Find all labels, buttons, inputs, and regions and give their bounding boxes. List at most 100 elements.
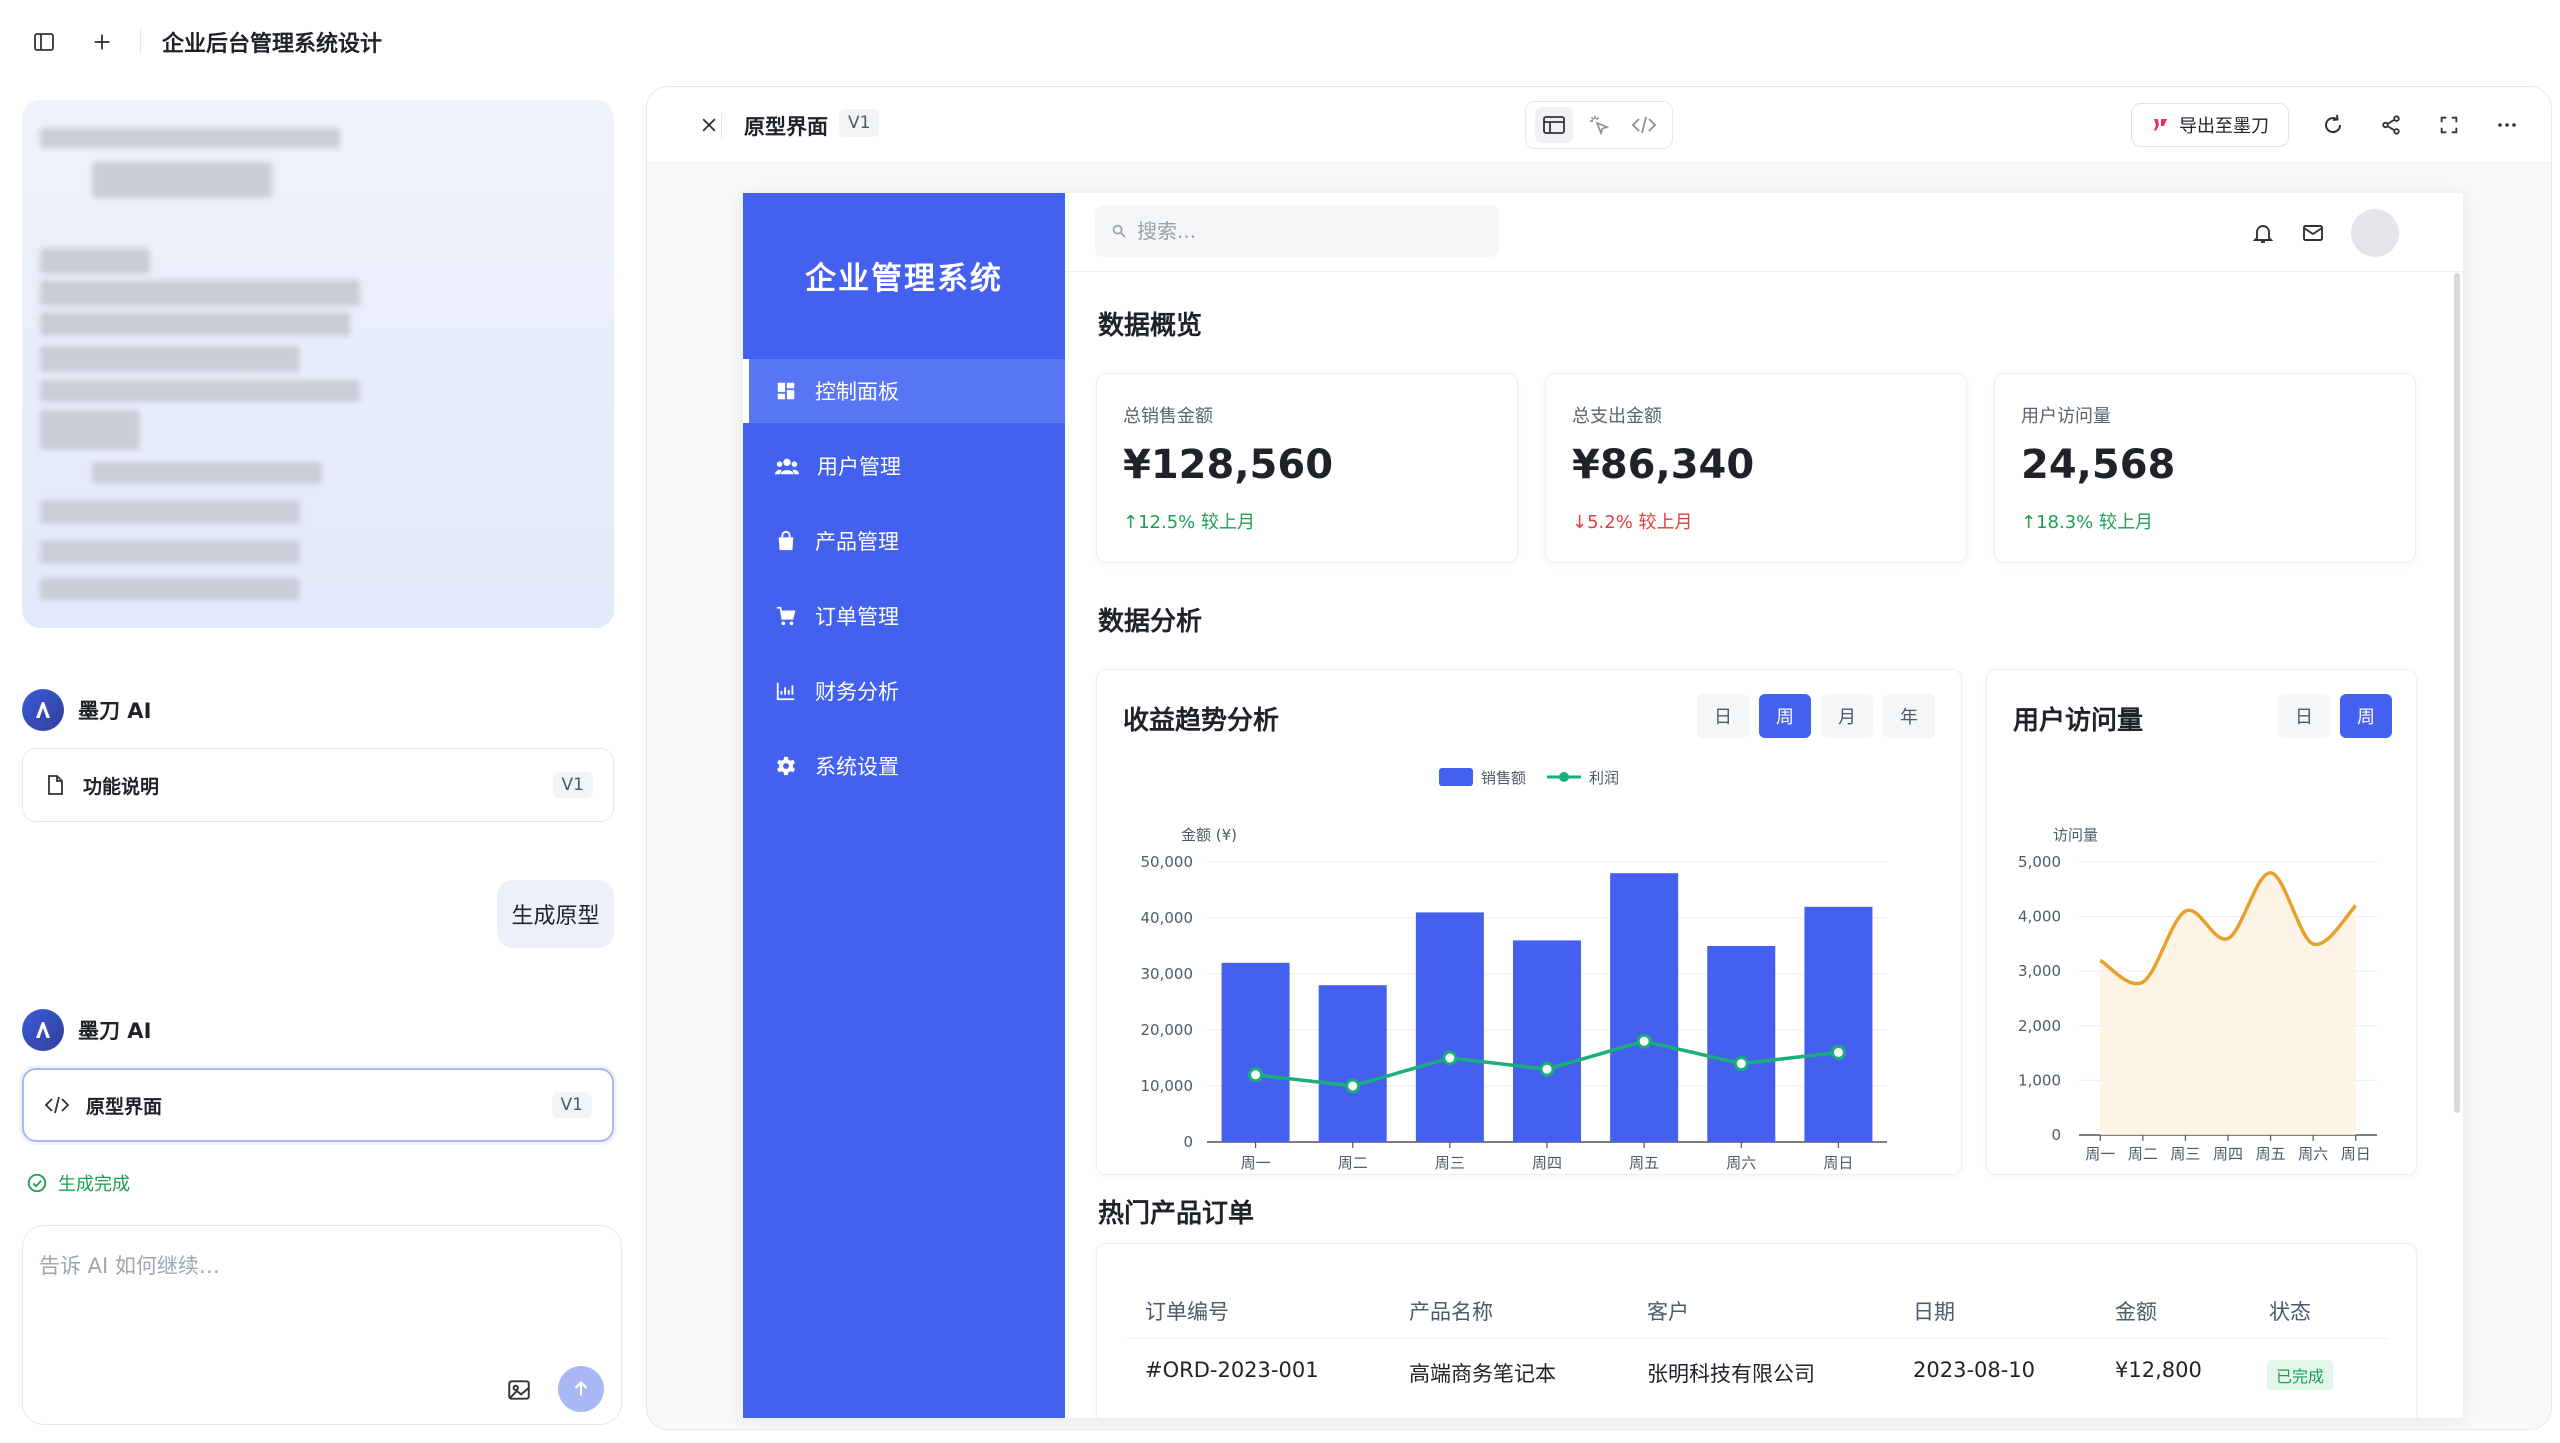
product-name: 高端商务笔记本 (1409, 1362, 1556, 1386)
nav-item-products[interactable]: 产品管理 (743, 509, 1065, 573)
y-tick-label: 30,000 (1141, 965, 1194, 983)
send-button[interactable] (558, 1366, 604, 1412)
y-tick-label: 0 (1183, 1133, 1193, 1151)
file-name: 功能说明 (83, 775, 160, 798)
range-year-button[interactable]: 年 (1883, 694, 1935, 738)
profit-point (1248, 1067, 1264, 1083)
x-tick-label: 周三 (2170, 1145, 2200, 1163)
section-title-orders: 热门产品订单 (1098, 1199, 1255, 1229)
nav-item-settings[interactable]: 系统设置 (743, 734, 1065, 798)
table-header: 金额 (2115, 1300, 2157, 1324)
profit-point (1830, 1044, 1846, 1060)
bar-sales (1318, 985, 1387, 1142)
avatar[interactable] (2351, 209, 2399, 257)
y-axis-label: 金额 (¥) (1181, 826, 1237, 844)
profit-point (1733, 1056, 1749, 1072)
legend-swatch-sales (1439, 768, 1473, 786)
file-card-prototype[interactable]: 原型界面 V1 (22, 1068, 614, 1142)
chat-input[interactable] (39, 1246, 599, 1286)
select-cursor-icon[interactable] (1580, 107, 1618, 143)
divider (140, 28, 141, 54)
code-icon (44, 1096, 70, 1114)
range-day-button[interactable]: 日 (2278, 694, 2330, 738)
range-day-button[interactable]: 日 (1697, 694, 1749, 738)
kpi-change: ↓5.2% 较上月 (1572, 512, 1693, 533)
fullscreen-icon[interactable] (2429, 105, 2469, 145)
range-week-button[interactable]: 周 (2340, 694, 2392, 738)
nav-label: 控制面板 (815, 380, 899, 404)
nav-item-orders[interactable]: 订单管理 (743, 584, 1065, 648)
nav-item-dashboard[interactable]: 控制面板 (743, 359, 1065, 423)
y-tick-label: 20,000 (1141, 1021, 1194, 1039)
x-tick-label: 周四 (1532, 1154, 1562, 1170)
nav-label: 财务分析 (815, 680, 899, 704)
x-tick-label: 周日 (1823, 1154, 1853, 1170)
dashboard-icon (777, 382, 795, 400)
visits-chart: 访问量01,0002,0003,0004,0005,000周一 周二 周三 周四 周五周… (2018, 826, 2377, 1163)
section-title-analysis: 数据分析 (1098, 607, 1203, 637)
nav-item-finance[interactable]: 财务分析 (743, 659, 1065, 723)
x-tick-label: 周二 (2128, 1145, 2158, 1163)
range-month-button[interactable]: 月 (1821, 694, 1873, 738)
section-title-overview: 数据概览 (1098, 311, 1203, 341)
ai-avatar (22, 1009, 64, 1051)
status-badge: 已完成 (2267, 1360, 2334, 1390)
nav-item-users[interactable]: 用户管理 (743, 434, 1065, 498)
more-icon[interactable] (2487, 105, 2527, 145)
order-date: 2023-08-10 (1913, 1358, 2036, 1382)
mail-icon[interactable] (2295, 215, 2331, 251)
image-upload-icon[interactable] (499, 1370, 539, 1410)
preview-panel: 原型界面 V1 导出至墨刀 企业管理系统 控制面板 用户管理 产品管理 订单管理… (646, 86, 2552, 1430)
y-tick-label: 50,000 (1141, 853, 1194, 871)
customer-name: 张明科技有限公司 (1647, 1362, 1815, 1386)
nav-label: 订单管理 (815, 605, 899, 629)
x-tick-label: 周二 (1338, 1154, 1368, 1170)
x-tick-label: 周三 (1435, 1154, 1465, 1170)
orders-table: 订单编号 产品名称 客户 日期 金额 状态 #ORD-2023-001 高端商务… (1096, 1243, 2417, 1418)
legend-marker (1559, 772, 1569, 782)
nav-label: 产品管理 (815, 530, 899, 554)
close-icon[interactable] (689, 105, 729, 145)
preview-mode-icon[interactable] (1535, 107, 1574, 143)
users-icon (775, 458, 799, 475)
visits-area (2100, 872, 2356, 1135)
kpi-label: 总销售金额 (1123, 406, 1213, 427)
search-icon (1112, 224, 1126, 238)
check-circle-icon (27, 1173, 47, 1193)
nav-label: 系统设置 (815, 755, 899, 779)
arrow-up-icon (574, 1381, 588, 1396)
ai-message-header: 墨刀 AI (22, 1009, 151, 1051)
finance-icon (776, 682, 795, 701)
table-header: 产品名称 (1409, 1300, 1493, 1324)
version-badge: V1 (551, 1092, 592, 1118)
table-header: 日期 (1913, 1300, 1955, 1324)
bell-icon[interactable] (2245, 215, 2281, 251)
range-week-button[interactable]: 周 (1759, 694, 1811, 738)
x-tick-label: 周一 (2085, 1145, 2115, 1163)
x-tick-label: 周一 (1241, 1154, 1271, 1170)
preview-title: 原型界面 (744, 115, 828, 139)
profit-point (1345, 1078, 1361, 1094)
export-label: 导出至墨刀 (2179, 116, 2269, 137)
file-card-spec[interactable]: 功能说明 V1 (22, 748, 614, 822)
new-plus-icon[interactable] (82, 22, 122, 62)
file-name: 原型界面 (86, 1095, 163, 1118)
scrollbar[interactable] (2454, 273, 2460, 1113)
code-view-icon[interactable] (1625, 107, 1663, 143)
range-selector: 日 周 月 年 (1697, 694, 1935, 738)
view-mode-toggle (1525, 101, 1673, 149)
share-icon[interactable] (2371, 105, 2411, 145)
sidebar-toggle-icon[interactable] (24, 22, 64, 62)
x-tick-label: 周日 (2341, 1145, 2371, 1163)
table-divider (1127, 1338, 2387, 1339)
ai-avatar (22, 689, 64, 731)
export-button[interactable]: 导出至墨刀 (2131, 103, 2289, 147)
x-tick-label: 周四 (2213, 1145, 2243, 1163)
kpi-label: 总支出金额 (1572, 406, 1662, 427)
blurred-preview-card (22, 100, 614, 628)
revenue-chart: 销售额 利润金额 (¥) 0 10,000 20,000 30,000 40,000 50,0… (1141, 768, 1887, 1170)
prototype-app: 企业管理系统 控制面板 用户管理 产品管理 订单管理 财务分析 系统设置 搜索.… (743, 193, 2463, 1418)
search-input[interactable] (1137, 219, 1477, 243)
kpi-change: ↑12.5% 较上月 (1123, 512, 1255, 533)
refresh-icon[interactable] (2313, 105, 2353, 145)
